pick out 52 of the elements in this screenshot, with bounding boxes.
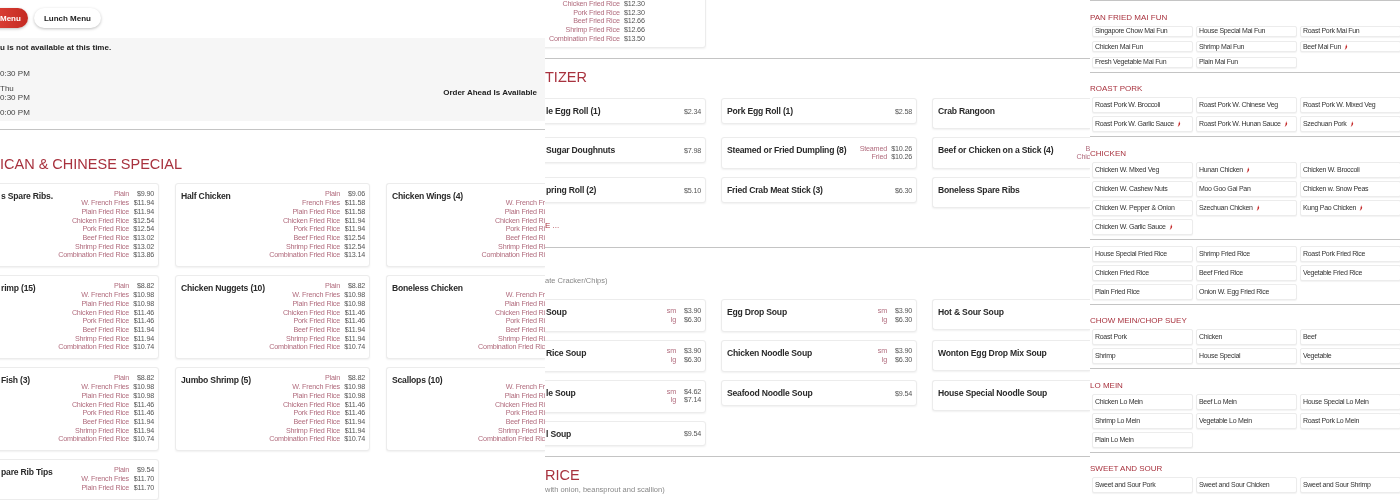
item-name: pring Roll (2) bbox=[546, 185, 597, 196]
menu-item-card[interactable]: Wonton Egg Drop Mix Soup bbox=[932, 339, 1090, 371]
item-name: Boneless Chicken bbox=[392, 282, 463, 293]
section-heading: ICAN & CHINESE SPECIAL bbox=[0, 155, 183, 172]
section-heading: CHOW MEIN/CHOP SUEY bbox=[1090, 316, 1187, 325]
section-heading: TIZER bbox=[545, 69, 587, 85]
more-link[interactable]: E ... bbox=[545, 220, 560, 232]
item-name: Scallops (10) bbox=[392, 374, 443, 385]
item-name: le Soup bbox=[546, 388, 576, 399]
item-name: Hot & Sour Soup bbox=[938, 307, 1004, 318]
item-name: Beef or Chicken on a Stick (4) bbox=[938, 145, 1054, 155]
section-heading: CHICKEN bbox=[1090, 148, 1126, 158]
item-name: le Egg Roll (1) bbox=[546, 106, 601, 116]
item-name: House Special Noodle Soup bbox=[938, 388, 1048, 399]
hours-text: 0:00 PM bbox=[0, 108, 31, 117]
item-name: Seafood Noodle Soup bbox=[727, 388, 813, 399]
item-name: Fried Crab Meat Stick (3) bbox=[727, 185, 823, 196]
menu-tab[interactable]: Lunch Menu bbox=[33, 8, 101, 28]
hours-text: 0:30 PM bbox=[0, 69, 31, 78]
item-name: s Spare Ribs. bbox=[1, 190, 53, 201]
hours-text: 0:30 PM bbox=[0, 93, 31, 102]
menu-item-card[interactable]: Crab Rangoon bbox=[932, 98, 1090, 129]
item-name: Sugar Doughnuts bbox=[546, 145, 616, 155]
section-heading: PAN FRIED MAI FUN bbox=[1090, 12, 1168, 22]
item-name: pare Rib Tips bbox=[1, 466, 53, 477]
section-heading: ROAST PORK bbox=[1090, 84, 1143, 93]
item-name: Egg Drop Soup bbox=[727, 307, 787, 318]
item-name: Jumbo Shrimp (5) bbox=[181, 374, 251, 385]
menu-item-card[interactable]: House Special Noodle Soup bbox=[932, 380, 1090, 412]
item-name: Rice Soup bbox=[546, 347, 587, 358]
section-heading: LO MEIN bbox=[1090, 380, 1123, 390]
order-ahead-label: Order Ahead Is Available bbox=[443, 88, 537, 98]
item-name: rimp (15) bbox=[1, 282, 36, 293]
item-name: Fish (3) bbox=[1, 374, 30, 385]
item-name: Boneless Spare Ribs bbox=[938, 185, 1020, 196]
availability-message: u is not available at this time. bbox=[0, 43, 112, 52]
item-name: Chicken Nuggets (10) bbox=[181, 282, 265, 293]
item-name: Crab Rangoon bbox=[938, 106, 995, 116]
item-name: Chicken Noodle Soup bbox=[727, 347, 812, 358]
item-name: Soup bbox=[546, 307, 567, 318]
item-name: Pork Egg Roll (1) bbox=[727, 106, 793, 116]
menu-item-card[interactable]: Hot & Sour Soup bbox=[932, 299, 1090, 331]
item-name: Steamed or Fried Dumpling (8) bbox=[727, 145, 847, 155]
menu-tab[interactable]: Menu bbox=[0, 8, 28, 28]
hours-text: Thu bbox=[0, 84, 15, 93]
item-name: l Soup bbox=[546, 428, 572, 439]
item-name: Half Chicken bbox=[181, 190, 231, 201]
item-name: Wonton Egg Drop Mix Soup bbox=[938, 347, 1047, 358]
item-name: Chicken Wings (4) bbox=[392, 190, 463, 201]
section-heading: RICE bbox=[545, 467, 580, 483]
menu-item-card[interactable]: Boneless Spare Ribs bbox=[932, 177, 1090, 209]
section-heading: SWEET AND SOUR bbox=[1090, 464, 1163, 473]
